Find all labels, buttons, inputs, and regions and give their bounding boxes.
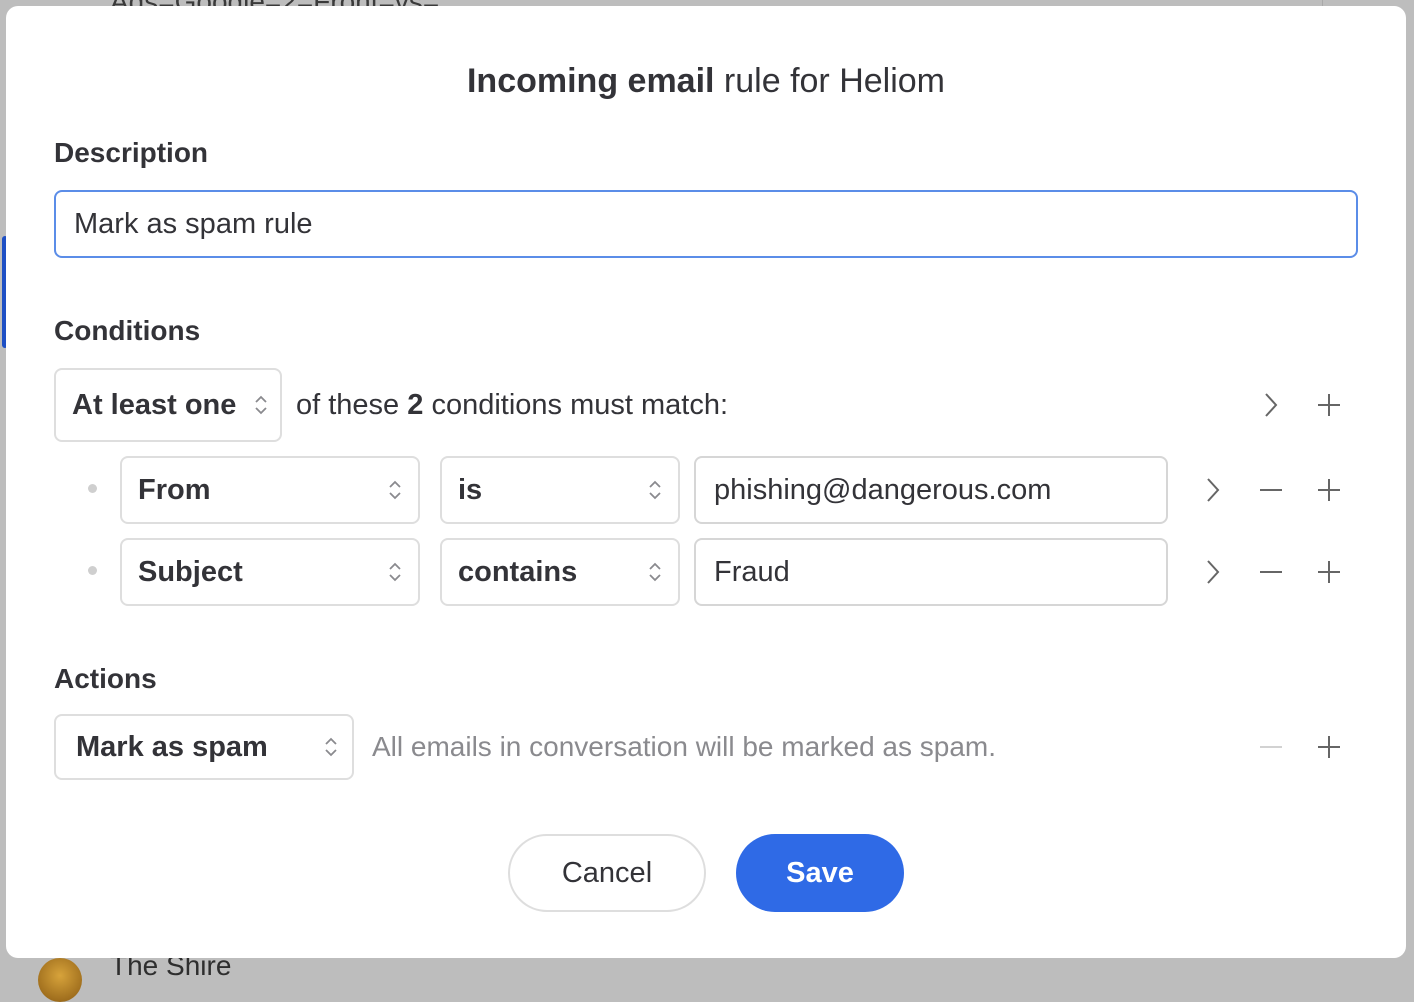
condition-value-input[interactable]: Fraud <box>694 538 1168 606</box>
remove-condition-button[interactable] <box>1254 473 1288 507</box>
dialog-title-bold: Incoming email <box>466 62 715 100</box>
cancel-button[interactable]: Cancel <box>508 834 706 912</box>
condition-operator-select[interactable]: contains <box>440 538 680 606</box>
condition-field-select[interactable]: Subject <box>120 538 420 606</box>
description-input[interactable]: Mark as spam rule <box>54 190 1358 258</box>
conditions-sentence: of these 2 conditions must match: <box>296 389 728 422</box>
minus-icon <box>1260 571 1282 573</box>
action-hint: All emails in conversation will be marke… <box>372 731 997 762</box>
plus-icon <box>1318 736 1340 758</box>
chevron-right-icon <box>1207 560 1220 584</box>
condition-field-value: From <box>138 473 211 506</box>
expand-condition-button[interactable] <box>1196 555 1230 589</box>
expand-group-button[interactable] <box>1254 388 1288 422</box>
updown-chevron-icon <box>649 562 661 582</box>
match-mode-select[interactable]: At least one <box>54 368 282 442</box>
chevron-right-icon <box>1265 393 1278 417</box>
condition-bullet <box>88 566 97 575</box>
dialog-title-rest: rule for Heliom <box>714 62 945 100</box>
conditions-label: Conditions <box>54 315 201 346</box>
expand-condition-button[interactable] <box>1196 473 1230 507</box>
condition-value-text: Fraud <box>714 555 790 588</box>
condition-field-value: Subject <box>138 555 243 588</box>
condition-value-input[interactable]: phishing@dangerous.com <box>694 456 1168 524</box>
add-condition-group-button[interactable] <box>1312 388 1346 422</box>
remove-condition-button[interactable] <box>1254 555 1288 589</box>
condition-field-select[interactable]: From <box>120 456 420 524</box>
action-select[interactable]: Mark as spam <box>54 714 354 780</box>
actions-label: Actions <box>54 663 157 694</box>
action-value: Mark as spam <box>76 730 268 763</box>
plus-icon <box>1318 394 1340 416</box>
updown-chevron-icon <box>649 480 661 500</box>
condition-count: 2 <box>407 389 424 421</box>
add-condition-button[interactable] <box>1312 473 1346 507</box>
add-action-button[interactable] <box>1312 730 1346 764</box>
remove-action-button[interactable] <box>1254 730 1288 764</box>
plus-icon <box>1318 561 1340 583</box>
background-avatar <box>38 958 82 1002</box>
updown-chevron-icon <box>389 562 401 582</box>
updown-chevron-icon <box>389 480 401 500</box>
rule-dialog: Incoming email rule for Heliom Descripti… <box>6 6 1406 958</box>
condition-operator-value: contains <box>458 555 578 588</box>
plus-icon <box>1318 479 1340 501</box>
description-input-value: Mark as spam rule <box>74 207 313 240</box>
minus-icon <box>1260 746 1282 748</box>
match-mode-value: At least one <box>72 388 237 421</box>
minus-icon <box>1260 489 1282 491</box>
updown-chevron-icon <box>255 395 267 415</box>
condition-value-text: phishing@dangerous.com <box>714 473 1052 506</box>
updown-chevron-icon <box>325 737 337 757</box>
add-condition-button[interactable] <box>1312 555 1346 589</box>
chevron-right-icon <box>1207 478 1220 502</box>
dialog-title: Incoming email rule for Heliom <box>6 62 1406 101</box>
condition-bullet <box>88 484 97 493</box>
description-label: Description <box>54 137 209 168</box>
save-button[interactable]: Save <box>736 834 904 912</box>
sentence-prefix: of these <box>296 389 408 421</box>
condition-operator-value: is <box>458 473 483 506</box>
condition-operator-select[interactable]: is <box>440 456 680 524</box>
sentence-suffix: conditions must match: <box>423 389 729 421</box>
